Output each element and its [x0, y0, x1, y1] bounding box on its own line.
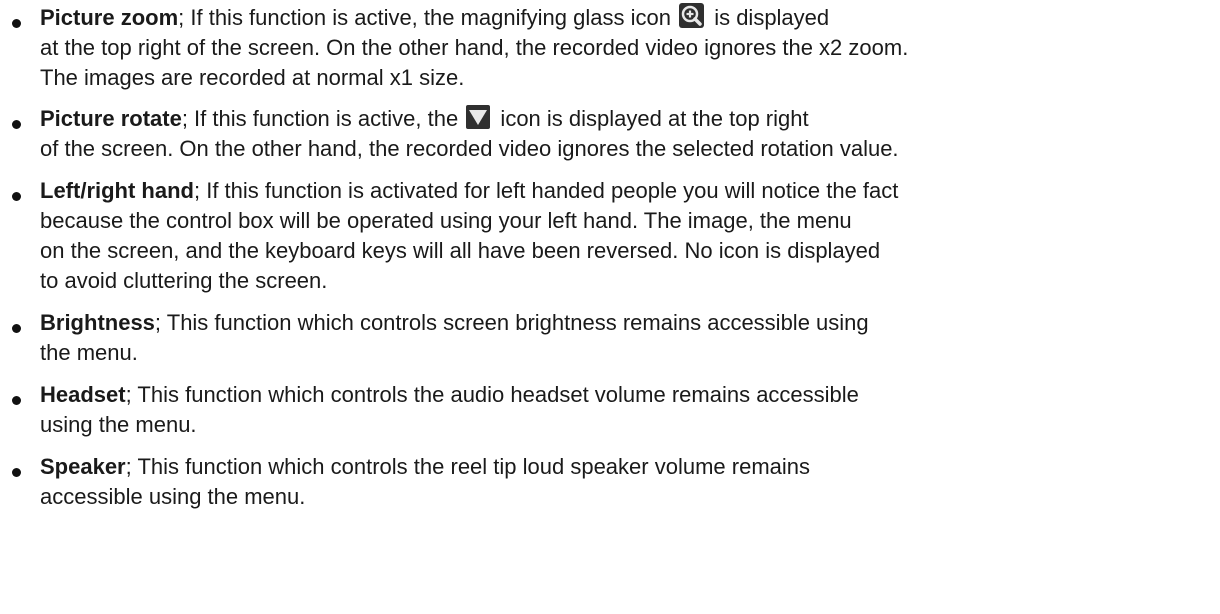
item-term: Headset	[40, 382, 126, 407]
bullet-icon	[12, 396, 21, 405]
document-page: Picture zoom; If this function is active…	[0, 0, 1220, 614]
item-text: because the control box will be operated…	[40, 208, 852, 233]
item-text: ; This function which controls the audio…	[125, 382, 859, 407]
item-text: ; If this function is activated for left…	[193, 178, 899, 203]
item-text: icon is displayed at the top right	[494, 106, 809, 131]
bullet-icon	[12, 324, 21, 333]
item-text: to avoid cluttering the screen.	[40, 268, 328, 293]
item-text: ; This function which controls screen br…	[154, 310, 869, 335]
item-text: accessible using the menu.	[40, 484, 306, 509]
bullet-icon	[12, 192, 21, 201]
item-term: Picture zoom	[40, 5, 179, 30]
bullet-icon	[12, 468, 21, 477]
item-first-line: Picture zoom; If this function is active…	[40, 3, 829, 33]
item-term: Left/right hand	[40, 178, 194, 203]
zoom-in-icon	[679, 3, 705, 28]
item-text: ; If this function is active, the	[181, 106, 459, 131]
item-text: the menu.	[40, 340, 138, 365]
item-term: Speaker	[40, 454, 126, 479]
item-first-line: Speaker; This function which controls th…	[40, 452, 810, 482]
item-text: ; If this function is active, the magnif…	[178, 5, 671, 30]
item-text: on the screen, and the keyboard keys wil…	[40, 238, 881, 263]
item-term: Picture rotate	[40, 106, 182, 131]
item-text: ; This function which controls the reel …	[125, 454, 810, 479]
item-text: The images are recorded at normal x1 siz…	[40, 65, 465, 90]
item-first-line: Left/right hand; If this function is act…	[40, 176, 898, 206]
item-first-line: Picture rotate; If this function is acti…	[40, 104, 809, 134]
item-text: at the top right of the screen. On the o…	[40, 35, 909, 60]
rotate-triangle-icon	[466, 105, 491, 129]
item-first-line: Brightness; This function which controls…	[40, 308, 869, 338]
bullet-icon	[12, 120, 21, 129]
item-text: is displayed	[708, 5, 830, 30]
item-text: using the menu.	[40, 412, 197, 437]
item-text: of the screen. On the other hand, the re…	[40, 136, 899, 161]
item-first-line: Headset; This function which controls th…	[40, 380, 859, 410]
item-term: Brightness	[40, 310, 155, 335]
bullet-icon	[12, 19, 21, 28]
